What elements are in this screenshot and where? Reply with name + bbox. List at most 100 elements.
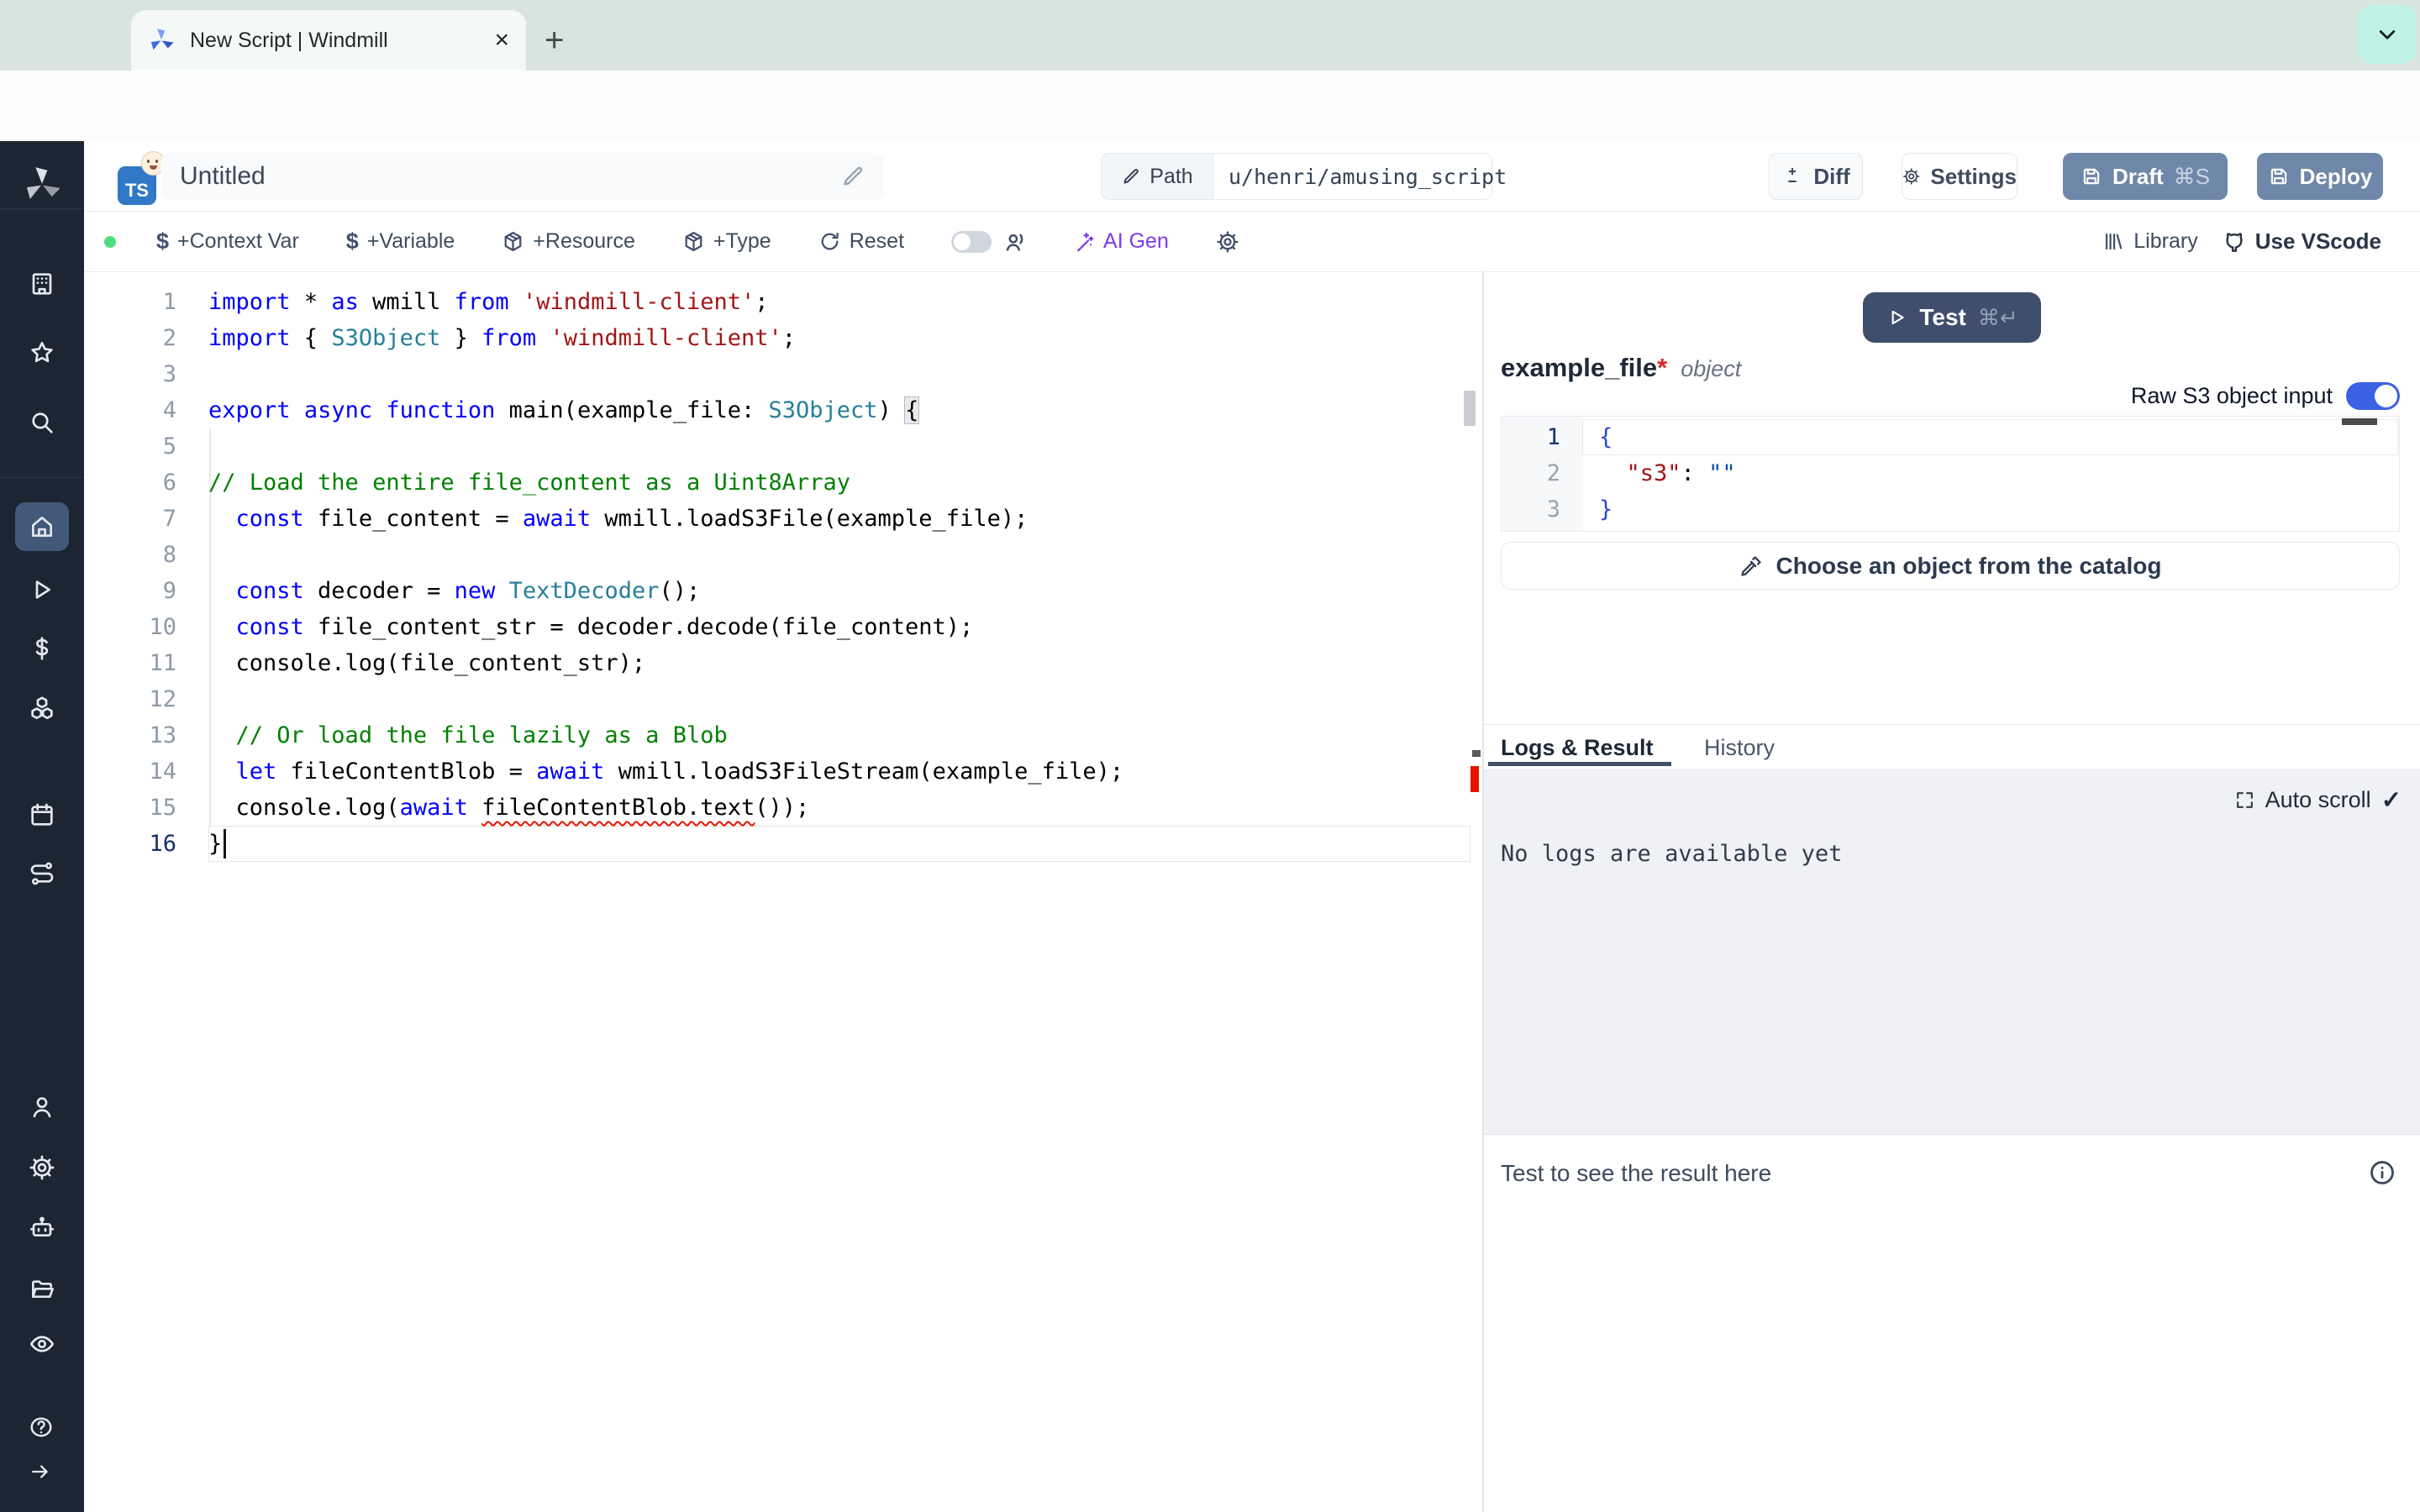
windmill-logo[interactable] — [22, 165, 62, 205]
new-tab-button[interactable]: + — [544, 24, 564, 57]
add-context-var-button[interactable]: $ +Context Var — [156, 228, 299, 255]
library-label: Library — [2133, 229, 2197, 254]
code-line[interactable]: const decoder = new TextDecoder(); — [208, 573, 700, 609]
editor-settings-gear-icon[interactable] — [1216, 230, 1239, 254]
sidebar-divider — [0, 477, 84, 478]
auto-scroll-control[interactable]: Auto scroll ✓ — [2234, 785, 2402, 815]
multiplayer-toggle[interactable] — [951, 231, 992, 253]
raw-s3-row: Raw S3 object input — [2131, 382, 2400, 410]
reset-button[interactable]: Reset — [818, 229, 904, 254]
tab-close-icon[interactable]: × — [494, 28, 509, 53]
sidebar-item-favorites[interactable] — [29, 339, 55, 366]
browser-toolbar: app.windmill.dev/scripts/add#JTdCJTIyaGF… — [0, 71, 2420, 141]
result-area: Test to see the result here — [1484, 1134, 2420, 1512]
tab-history[interactable]: History — [1704, 735, 1775, 761]
sidebar-item-resources[interactable] — [29, 695, 55, 722]
info-icon[interactable] — [2368, 1158, 2396, 1187]
add-type-button[interactable]: +Type — [682, 229, 771, 254]
expand-icon[interactable] — [2234, 790, 2255, 811]
edit-title-pencil-icon[interactable] — [840, 164, 865, 189]
sidebar-item-audit-logs[interactable] — [29, 1331, 55, 1357]
text-cursor — [224, 829, 226, 858]
code-line[interactable]: // Load the entire file_content as a Uin… — [208, 465, 850, 501]
current-line-highlight — [208, 826, 1470, 862]
type-label: +Type — [713, 229, 771, 254]
deploy-button[interactable]: Deploy — [2257, 153, 2383, 200]
test-button[interactable]: Test ⌘↵ — [1863, 292, 2041, 343]
draft-button[interactable]: Draft ⌘S — [2063, 153, 2228, 200]
sidebar-item-settings[interactable] — [29, 1154, 55, 1181]
sidebar-item-workspace[interactable] — [29, 270, 55, 297]
package-icon — [502, 230, 524, 253]
result-placeholder: Test to see the result here — [1501, 1160, 1771, 1187]
draft-label: Draft — [2112, 164, 2164, 190]
code-line[interactable]: import * as wmill from 'windmill-client'… — [208, 284, 769, 320]
tab-search-chevron-button[interactable] — [2358, 5, 2417, 64]
json-line[interactable]: } — [1599, 491, 1612, 528]
sidebar-divider — [0, 208, 84, 209]
variable-label: +Variable — [367, 229, 455, 254]
sidebar-item-help[interactable] — [29, 1415, 54, 1440]
library-button[interactable]: Library — [2102, 229, 2197, 254]
code-line[interactable]: export async function main(example_file:… — [208, 392, 918, 428]
home-icon[interactable] — [29, 513, 55, 540]
argument-row: example_file * object — [1501, 353, 1741, 383]
json-line[interactable]: { — [1599, 419, 1612, 455]
code-line[interactable]: import { S3Object } from 'windmill-clien… — [208, 320, 796, 356]
sidebar-item-runs[interactable] — [29, 576, 55, 603]
use-vscode-label: Use VScode — [2255, 228, 2381, 255]
line-number: 2 — [1502, 455, 1560, 491]
json-arg-editor[interactable]: 123 { "s3": ""} — [1501, 416, 2400, 532]
active-tab-underline — [1488, 762, 1671, 766]
json-line[interactable]: "s3": "" — [1599, 455, 1736, 491]
code-line[interactable]: // Or load the file lazily as a Blob — [208, 717, 728, 753]
argument-type: object — [1681, 356, 1741, 382]
sidebar-item-users[interactable] — [29, 1094, 55, 1121]
settings-button[interactable]: Settings — [1902, 153, 2018, 200]
use-vscode-button[interactable]: Use VScode — [2222, 228, 2381, 255]
add-variable-button[interactable]: $ +Variable — [346, 228, 455, 255]
script-header: TS Untitled Path u/henri/amusing_script … — [84, 141, 2420, 212]
no-logs-text: No logs are available yet — [1501, 841, 1842, 867]
sidebar-item-flows[interactable] — [29, 860, 55, 887]
script-title-input[interactable]: Untitled — [161, 153, 884, 200]
windmill-favicon — [148, 27, 175, 54]
code-line[interactable]: console.log(file_content_str); — [208, 645, 645, 681]
editor-scrollbar-thumb[interactable] — [1464, 391, 1476, 426]
code-line[interactable]: const file_content_str = decoder.decode(… — [208, 609, 973, 645]
line-number: 13 — [84, 717, 176, 753]
status-dot — [104, 236, 116, 248]
ai-gen-button[interactable]: AI Gen — [1072, 229, 1169, 254]
dollar-icon: $ — [346, 228, 359, 255]
add-resource-button[interactable]: +Resource — [502, 229, 635, 254]
line-number: 11 — [84, 645, 176, 681]
path-value[interactable]: u/henri/amusing_script — [1213, 153, 1492, 200]
browser-tab[interactable]: New Script | Windmill × — [131, 10, 526, 71]
overview-cursor-mark — [1472, 750, 1481, 757]
sidebar-item-search[interactable] — [29, 409, 55, 436]
sidebar-item-variables[interactable] — [29, 635, 55, 662]
required-asterisk: * — [1657, 353, 1667, 383]
browser-tab-strip: New Script | Windmill × + — [0, 0, 2420, 71]
ai-gen-label: AI Gen — [1103, 229, 1169, 254]
sidebar-item-schedules[interactable] — [29, 801, 55, 828]
sidebar-item-folders[interactable] — [29, 1276, 55, 1303]
auto-scroll-label: Auto scroll — [2265, 787, 2371, 813]
code-line[interactable]: let fileContentBlob = await wmill.loadS3… — [208, 753, 1123, 790]
code-editor[interactable]: 12345678910111213141516 import * as wmil… — [84, 272, 1482, 1512]
code-line[interactable]: console.log(await fileContentBlob.text()… — [208, 790, 809, 826]
raw-s3-toggle[interactable] — [2346, 382, 2400, 410]
choose-object-button[interactable]: Choose an object from the catalog — [1501, 542, 2400, 590]
code-line[interactable]: } — [208, 826, 222, 862]
raw-s3-label: Raw S3 object input — [2131, 383, 2333, 409]
sidebar-item-workers[interactable] — [29, 1215, 55, 1242]
diff-button[interactable]: Diff — [1769, 153, 1863, 200]
tab-logs-result[interactable]: Logs & Result — [1501, 735, 1654, 761]
line-number: 3 — [1502, 491, 1560, 528]
code-line[interactable]: const file_content = await wmill.loadS3F… — [208, 501, 1028, 537]
save-icon — [2081, 165, 2102, 187]
sidebar-expand-icon[interactable] — [29, 1460, 52, 1483]
path-edit-button[interactable]: Path — [1101, 153, 1213, 200]
line-number: 8 — [84, 537, 176, 573]
context-var-label: +Context Var — [177, 229, 299, 254]
